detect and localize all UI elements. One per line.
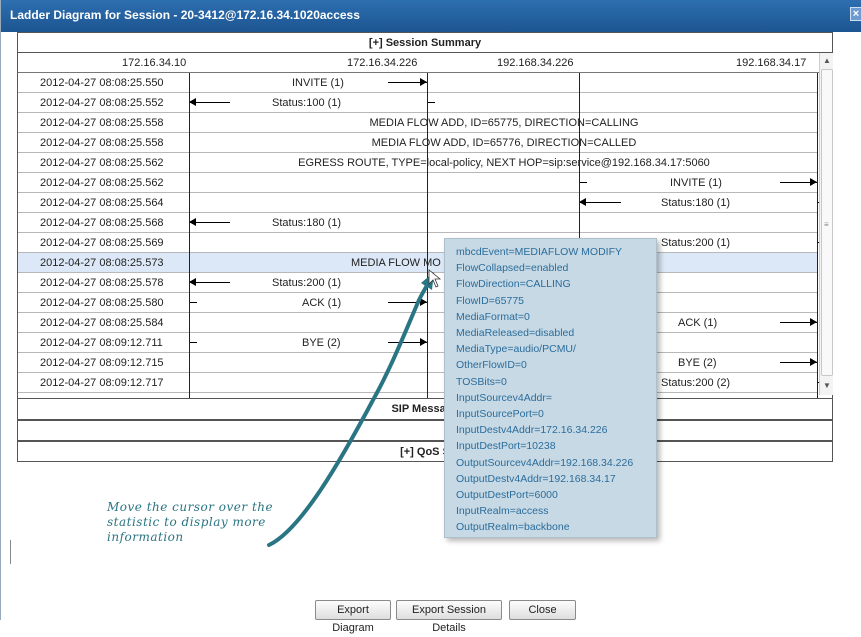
close-button[interactable]: Close [509,600,576,620]
panel-edge-marker [10,540,13,564]
ladder-diagram-window: Ladder Diagram for Session - 20-3412@172… [0,0,861,634]
export-session-details-button[interactable]: Export Session Details [396,600,502,634]
instruction-annotation: Move the cursor over the statistic to di… [107,500,274,544]
export-diagram-button[interactable]: Export Diagram [315,600,391,634]
